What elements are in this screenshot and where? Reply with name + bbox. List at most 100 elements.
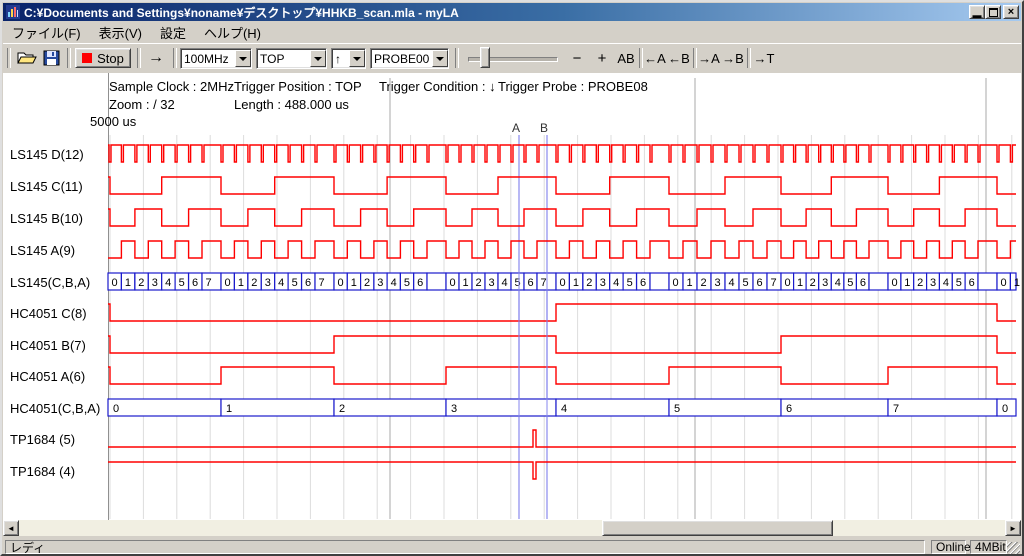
status-memory: 4MBit xyxy=(970,540,1007,554)
cursor-b-label: B xyxy=(540,121,548,135)
bus-value: 1 xyxy=(351,277,357,289)
scroll-right-button[interactable]: ► xyxy=(1005,520,1021,536)
bus-value: 3 xyxy=(930,277,936,289)
bus-value: 6 xyxy=(786,403,792,415)
bus-value: 1 xyxy=(125,277,131,289)
bus-value: 1 xyxy=(462,277,468,289)
bus-value: 3 xyxy=(714,277,720,289)
bus-value: 7 xyxy=(205,277,211,289)
bus-cell xyxy=(446,399,556,416)
scroll-left-button[interactable]: ◄ xyxy=(3,520,19,536)
scrollbar-thumb[interactable] xyxy=(602,520,833,536)
bus-value: 3 xyxy=(488,277,494,289)
bus-value: 4 xyxy=(278,277,284,289)
bus-value: 6 xyxy=(527,277,533,289)
status-ready: レディ xyxy=(5,540,925,554)
bus-cell xyxy=(978,273,997,290)
bus-value: 4 xyxy=(613,277,619,289)
bus-value: 2 xyxy=(917,277,923,289)
bus-value: 0 xyxy=(337,277,343,289)
bus-value: 3 xyxy=(377,277,383,289)
bus-value: 4 xyxy=(728,277,734,289)
bus-value: 5 xyxy=(627,277,633,289)
horizontal-scrollbar[interactable]: ◄ ► xyxy=(3,520,1021,536)
bus-value: 1 xyxy=(226,403,232,415)
bus-value: 6 xyxy=(192,277,198,289)
bus-cell xyxy=(669,399,781,416)
bus-value: 5 xyxy=(179,277,185,289)
status-online: Online xyxy=(931,540,966,554)
bus-value: 3 xyxy=(600,277,606,289)
bus-value: 2 xyxy=(586,277,592,289)
bus-value: 2 xyxy=(364,277,370,289)
bus-value: 6 xyxy=(756,277,762,289)
resize-grip[interactable] xyxy=(1007,542,1020,555)
bus-value: 1 xyxy=(904,277,910,289)
bus-cell xyxy=(108,399,221,416)
bus-value: 7 xyxy=(318,277,324,289)
bus-value: 0 xyxy=(784,277,790,289)
waveform-plot[interactable]: AB01234567012345670123456012345670123456… xyxy=(2,2,1024,556)
bus-value: 6 xyxy=(969,277,975,289)
bus-cell xyxy=(556,399,669,416)
bus-value: 6 xyxy=(640,277,646,289)
bus-value: 0 xyxy=(1000,277,1006,289)
waveform-tp1684-4- xyxy=(108,462,1016,479)
bus-value: 0 xyxy=(111,277,117,289)
bus-value: 0 xyxy=(672,277,678,289)
bus-cell xyxy=(427,273,446,290)
bus-value: 5 xyxy=(674,403,680,415)
status-bar: レディ Online 4MBit xyxy=(3,538,1021,556)
bus-value: 2 xyxy=(700,277,706,289)
bus-value: 2 xyxy=(138,277,144,289)
bus-value: 6 xyxy=(305,277,311,289)
app-window: C:¥Documents and Settings¥noname¥デスクトップ¥… xyxy=(0,0,1024,556)
bus-cell xyxy=(334,399,446,416)
waveform-hc4051-a-6- xyxy=(108,367,1016,384)
bus-value: 1 xyxy=(573,277,579,289)
bus-cell xyxy=(781,399,888,416)
bus-value: 5 xyxy=(742,277,748,289)
bus-value: 0 xyxy=(113,403,119,415)
bus-value: 6 xyxy=(417,277,423,289)
bus-value: 1 xyxy=(238,277,244,289)
bus-value: 2 xyxy=(251,277,257,289)
bus-value: 5 xyxy=(404,277,410,289)
bus-value: 3 xyxy=(265,277,271,289)
bus-value: 6 xyxy=(860,277,866,289)
bus-value: 4 xyxy=(501,277,507,289)
bus-value: 5 xyxy=(514,277,520,289)
waveform-ls145-a-9- xyxy=(108,241,1016,258)
waveform-ls145-b-10- xyxy=(108,209,1016,226)
bus-value: 3 xyxy=(152,277,158,289)
bus-value: 1 xyxy=(1014,277,1020,289)
bus-cell xyxy=(888,399,997,416)
bus-value: 0 xyxy=(224,277,230,289)
bus-value: 7 xyxy=(540,277,546,289)
bus-value: 0 xyxy=(449,277,455,289)
waveform-hc4051-b-7- xyxy=(108,336,1016,353)
waveform-ls145-d-strobe xyxy=(108,145,1016,162)
bus-value: 4 xyxy=(835,277,841,289)
bus-value: 1 xyxy=(686,277,692,289)
bus-value: 1 xyxy=(797,277,803,289)
bus-value: 2 xyxy=(339,403,345,415)
waveform-hc4051-c-8- xyxy=(108,304,1016,321)
bus-value: 0 xyxy=(1002,403,1008,415)
bus-value: 7 xyxy=(893,403,899,415)
bus-value: 2 xyxy=(475,277,481,289)
bus-cell xyxy=(650,273,669,290)
bus-value: 5 xyxy=(847,277,853,289)
bus-value: 3 xyxy=(451,403,457,415)
cursor-a-label: A xyxy=(512,121,520,135)
bus-value: 5 xyxy=(956,277,962,289)
waveform-tp1684-5- xyxy=(108,430,1016,447)
bus-value: 0 xyxy=(891,277,897,289)
bus-value: 5 xyxy=(292,277,298,289)
bus-value: 2 xyxy=(810,277,816,289)
bus-value: 4 xyxy=(165,277,171,289)
bus-value: 4 xyxy=(561,403,567,415)
bus-value: 3 xyxy=(822,277,828,289)
bus-cell xyxy=(869,273,888,290)
bus-value: 4 xyxy=(943,277,949,289)
